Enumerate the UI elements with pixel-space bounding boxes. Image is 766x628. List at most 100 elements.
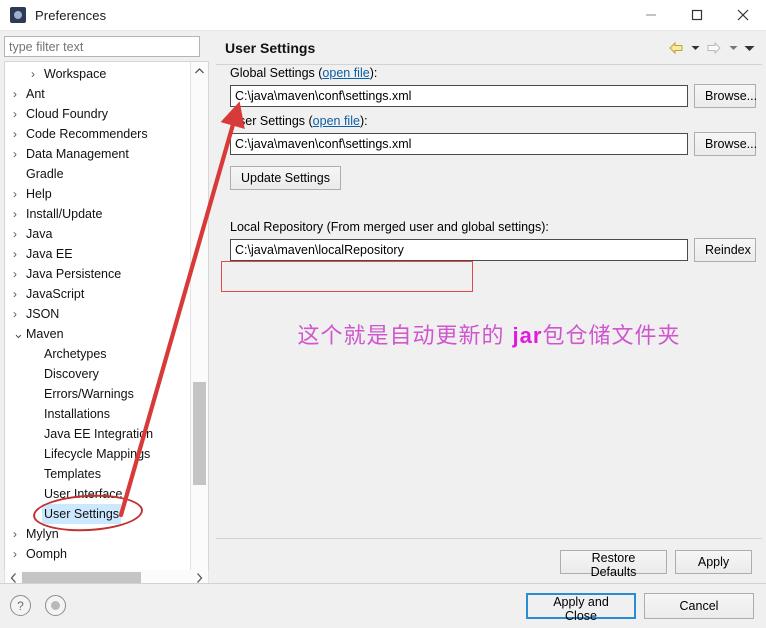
- sidebar-item-help[interactable]: › Help: [5, 184, 191, 204]
- chevron-right-icon[interactable]: ›: [11, 224, 26, 244]
- sidebar-item-label: Java EE Integration: [44, 427, 154, 441]
- view-menu-chevron-down-icon[interactable]: [742, 38, 756, 58]
- sidebar-item-workspace[interactable]: › Workspace: [5, 64, 191, 84]
- help-question-icon[interactable]: ?: [10, 595, 31, 616]
- sidebar-item-label: Templates: [44, 467, 101, 481]
- sidebar-item-java-ee[interactable]: › Java EE: [5, 244, 191, 264]
- global-settings-label-text: Global Settings (: [230, 66, 323, 80]
- window-controls: [628, 0, 766, 30]
- chevron-right-icon[interactable]: ›: [11, 184, 26, 204]
- tree-scroll-thumb[interactable]: [193, 382, 206, 485]
- sidebar-item-code-recommenders[interactable]: › Code Recommenders: [5, 124, 191, 144]
- sidebar-item-label: Discovery: [44, 367, 99, 381]
- apply-button[interactable]: Apply: [675, 549, 752, 574]
- sidebar-item-label: Install/Update: [26, 207, 103, 221]
- sidebar-item-java-persistence[interactable]: › Java Persistence: [5, 264, 191, 284]
- sidebar-item-label: Java EE: [26, 247, 73, 261]
- sidebar-item-data-management[interactable]: › Data Management: [5, 144, 191, 164]
- settings-form: Global Settings (open file): Browse... U…: [216, 66, 762, 268]
- sidebar-item-label: Code Recommenders: [26, 127, 148, 141]
- chevron-right-icon[interactable]: ›: [11, 244, 26, 264]
- sidebar-item-errors-warnings[interactable]: Errors/Warnings: [5, 384, 191, 404]
- global-settings-browse-button[interactable]: Browse...: [694, 84, 757, 108]
- sidebar-item-cloud-foundry[interactable]: › Cloud Foundry: [5, 104, 191, 124]
- chevron-right-icon[interactable]: ›: [11, 124, 26, 144]
- sidebar-item-ant[interactable]: › Ant: [5, 84, 191, 104]
- dialog-footer: ? Apply and Close Cancel: [0, 583, 766, 628]
- sidebar-item-label: User Settings: [42, 504, 122, 524]
- apply-and-close-button[interactable]: Apply and Close: [526, 593, 636, 623]
- annotation-text-before: 这个就是自动更新的: [297, 324, 513, 349]
- sidebar-item-user-interface[interactable]: User Interface: [5, 484, 191, 504]
- sidebar-item-label: Errors/Warnings: [44, 387, 134, 401]
- gear-circle-icon[interactable]: [45, 595, 66, 616]
- sidebar-item-java-ee-integration[interactable]: Java EE Integration: [5, 424, 191, 444]
- preference-tree-list: › Workspace › Ant › Cloud Foundry › Code Recomm…: [5, 64, 191, 564]
- filter-input[interactable]: [4, 36, 200, 57]
- chevron-right-icon[interactable]: ›: [11, 264, 26, 284]
- chevron-right-icon[interactable]: ›: [11, 544, 26, 564]
- sidebar-item-oomph[interactable]: › Oomph: [5, 544, 191, 564]
- local-repository-input[interactable]: [230, 239, 688, 261]
- chevron-right-icon[interactable]: ›: [11, 144, 26, 164]
- update-settings-button[interactable]: Update Settings: [230, 166, 341, 190]
- forward-arrow-icon[interactable]: [704, 38, 724, 58]
- close-icon[interactable]: [720, 0, 766, 30]
- user-settings-open-file-link[interactable]: open file: [313, 114, 360, 128]
- footer-button-group: Apply and Close Cancel: [526, 593, 754, 623]
- forward-menu-chevron-down-icon[interactable]: [726, 38, 740, 58]
- user-settings-label-text: User Settings (: [230, 114, 313, 128]
- sidebar-item-label: Maven: [26, 327, 64, 341]
- global-settings-input[interactable]: [230, 85, 688, 107]
- sidebar-item-label: Lifecycle Mappings: [44, 447, 151, 461]
- scroll-up-icon[interactable]: [191, 62, 208, 79]
- sidebar-item-discovery[interactable]: Discovery: [5, 364, 191, 384]
- cancel-button[interactable]: Cancel: [644, 593, 754, 619]
- reindex-label: Reindex: [705, 243, 751, 257]
- chevron-right-icon[interactable]: ›: [11, 104, 26, 124]
- global-settings-open-file-link[interactable]: open file: [322, 66, 369, 80]
- restore-defaults-button[interactable]: Restore Defaults: [560, 549, 667, 579]
- sidebar-item-label: Mylyn: [26, 527, 59, 541]
- back-arrow-icon[interactable]: [666, 38, 686, 58]
- user-settings-browse-button[interactable]: Browse...: [694, 132, 757, 156]
- sidebar-item-gradle[interactable]: Gradle: [5, 164, 191, 184]
- user-settings-input[interactable]: [230, 133, 688, 155]
- chevron-down-icon[interactable]: ⌄: [11, 327, 26, 341]
- chevron-right-icon[interactable]: ›: [11, 304, 26, 324]
- sidebar-item-label: Java: [26, 227, 53, 241]
- chevron-right-icon[interactable]: ›: [11, 524, 26, 544]
- sidebar-item-mylyn[interactable]: › Mylyn: [5, 524, 191, 544]
- sidebar-item-java[interactable]: › Java: [5, 224, 191, 244]
- reindex-button[interactable]: Reindex: [694, 238, 756, 262]
- sidebar-item-label: JSON: [26, 307, 60, 321]
- sidebar-item-javascript[interactable]: › JavaScript: [5, 284, 191, 304]
- global-settings-row: Browse...: [230, 84, 762, 108]
- preferences-gear-icon: [10, 7, 26, 23]
- sidebar-item-install-update[interactable]: › Install/Update: [5, 204, 191, 224]
- sidebar-item-maven[interactable]: ⌄ Maven: [5, 324, 191, 344]
- chevron-right-icon[interactable]: ›: [29, 64, 44, 84]
- sidebar-item-archetypes[interactable]: Archetypes: [5, 344, 191, 364]
- preference-tree[interactable]: › Workspace › Ant › Cloud Foundry › Code Recomm…: [4, 61, 209, 584]
- settings-panel-header: User Settings: [216, 32, 762, 65]
- sidebar-item-json[interactable]: › JSON: [5, 304, 191, 324]
- page-title: User Settings: [225, 40, 316, 56]
- window-title: Preferences: [35, 7, 107, 23]
- chevron-right-icon[interactable]: ›: [11, 204, 26, 224]
- sidebar-item-label: JavaScript: [26, 287, 85, 301]
- sidebar-item-templates[interactable]: Templates: [5, 464, 191, 484]
- panel-footer: Restore Defaults Apply: [216, 538, 762, 584]
- sidebar-item-installations[interactable]: Installations: [5, 404, 191, 424]
- annotation-highlight-jar: jar: [512, 323, 543, 348]
- sidebar-item-user-settings[interactable]: User Settings: [5, 504, 191, 524]
- sidebar-item-lifecycle-mappings[interactable]: Lifecycle Mappings: [5, 444, 191, 464]
- sidebar-item-label: Gradle: [26, 167, 64, 181]
- tree-vertical-scrollbar[interactable]: [190, 62, 208, 583]
- chinese-annotation-text: 这个就是自动更新的 jar包仓储文件夹: [216, 318, 762, 350]
- chevron-right-icon[interactable]: ›: [11, 284, 26, 304]
- chevron-right-icon[interactable]: ›: [11, 84, 26, 104]
- back-menu-chevron-down-icon[interactable]: [688, 38, 702, 58]
- minimize-icon[interactable]: [628, 0, 674, 30]
- maximize-icon[interactable]: [674, 0, 720, 30]
